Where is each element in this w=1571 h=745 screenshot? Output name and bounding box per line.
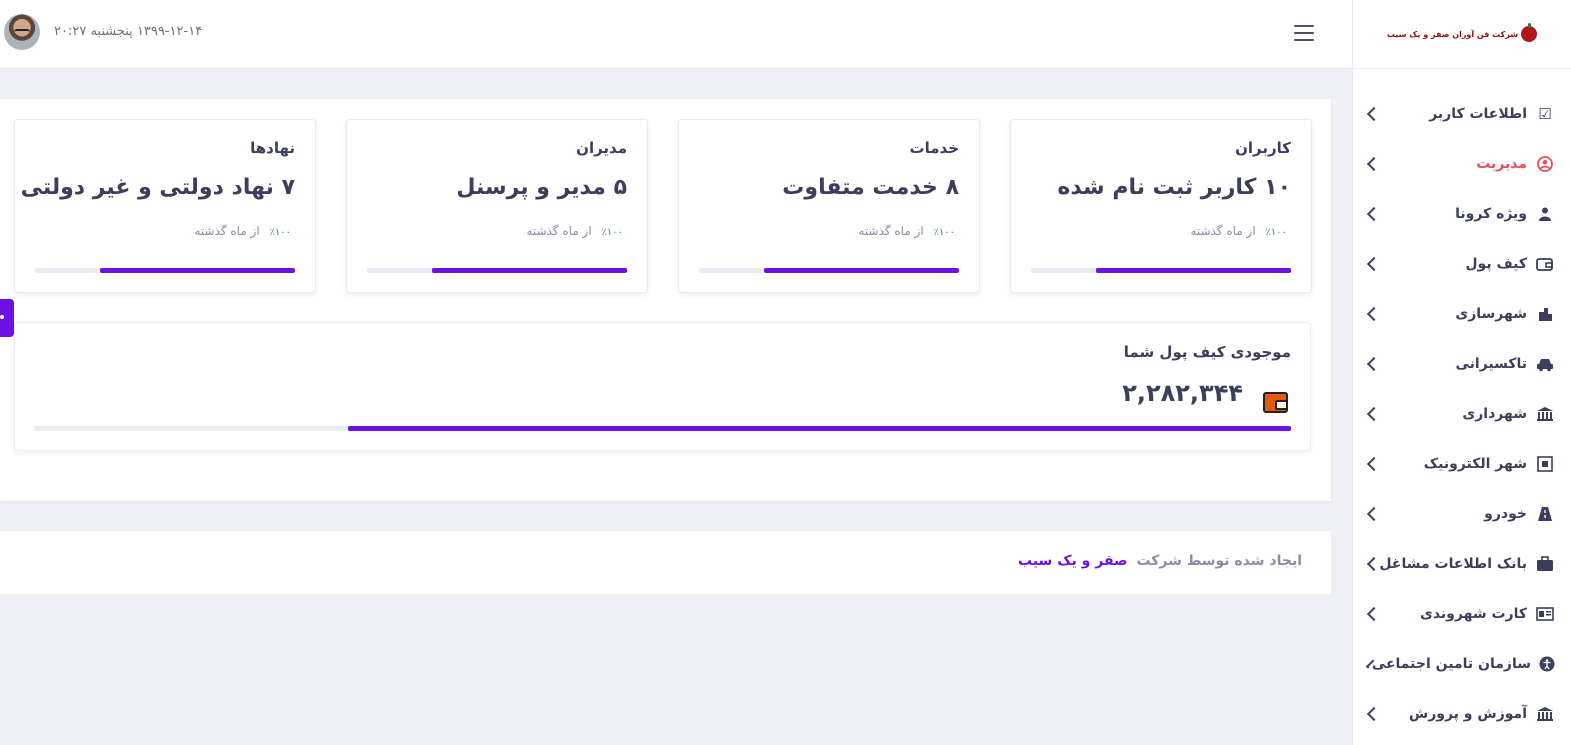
trend-percent: ٪۱۰۰ [601, 227, 623, 238]
user-circle-icon [1535, 154, 1555, 174]
card-title: مدیران [576, 139, 627, 157]
sidebar-item-management[interactable]: مدیریت [1353, 139, 1571, 189]
top-header: ۱۳۹۹-۱۲-۱۴ پنجشنبه ۲۰:۲۷ [0, 0, 1352, 69]
sidebar-item-vehicle[interactable]: خودرو [1353, 489, 1571, 539]
footer-text: ایجاد شده توسط شرکت صفر و یک سیب [1018, 553, 1302, 569]
apple-logo-icon [1521, 23, 1538, 42]
stat-card-managers: مدیران ۵ مدیر و پرسنل ٪۱۰۰ از ماه گذشته [346, 119, 648, 293]
sidebar-item-label: خودرو [1484, 506, 1527, 522]
card-value: ۱۰ کاربر ثبت نام شده [1057, 175, 1291, 200]
card-value: ۷ نهاد دولتی و غیر دولتی [20, 175, 295, 200]
sidebar-item-corona[interactable]: ویژه کرونا [1353, 189, 1571, 239]
sidebar-item-municipality[interactable]: شهرداری [1353, 389, 1571, 439]
people-icon [1535, 204, 1555, 224]
sidebar-item-label: شهر الکترونیک [1423, 456, 1527, 472]
trend-label: از ماه گذشته [858, 224, 924, 238]
wallet-progress-bar [34, 426, 1291, 431]
sidebar-item-label: مدیریت [1476, 156, 1527, 172]
sidebar-nav: ☑ اطلاعات کاربر مدیریت ویژه کرونا کیف پو… [1353, 69, 1571, 739]
progress-fill [432, 268, 627, 273]
dashboard-panel: کاربران ۱۰ کاربر ثبت نام شده ٪۱۰۰ از ماه… [0, 99, 1331, 501]
wallet-icon [1535, 254, 1555, 274]
wallet-value: ۲,۲۸۲,۳۴۴ [1122, 379, 1243, 407]
logo-text: شرکت فن آوران صفر و یک سیب [1386, 29, 1519, 39]
card-title: نهادها [250, 139, 295, 157]
city-icon [1535, 304, 1555, 324]
sidebar-item-label: اطلاعات کاربر [1429, 106, 1527, 122]
card-value: ۸ خدمت متفاوت [782, 175, 959, 200]
company-logo[interactable]: شرکت فن آوران صفر و یک سیب [1386, 23, 1538, 42]
progress-bar [367, 268, 627, 273]
progress-fill [764, 268, 959, 273]
sidebar-item-label: ویژه کرونا [1455, 206, 1527, 222]
user-avatar[interactable] [4, 14, 40, 50]
checkbox-icon: ☑ [1538, 105, 1552, 123]
card-trend: ٪۱۰۰ از ماه گذشته [858, 224, 955, 238]
stat-card-users: کاربران ۱۰ کاربر ثبت نام شده ٪۱۰۰ از ماه… [1010, 119, 1312, 293]
institution-icon [1535, 704, 1555, 724]
stat-card-institutions: نهادها ۷ نهاد دولتی و غیر دولتی ٪۱۰۰ از … [14, 119, 316, 293]
stat-card-services: خدمات ۸ خدمت متفاوت ٪۱۰۰ از ماه گذشته [678, 119, 980, 293]
footer-brand-link[interactable]: صفر و یک سیب [1018, 553, 1128, 569]
menu-toggle-icon[interactable] [1294, 25, 1314, 41]
logo-area: شرکت فن آوران صفر و یک سیب [1353, 0, 1571, 69]
sidebar-item-urban-planning[interactable]: شهرسازی [1353, 289, 1571, 339]
card-title: کاربران [1235, 139, 1291, 157]
progress-fill [100, 268, 295, 273]
card-trend: ٪۱۰۰ از ماه گذشته [526, 224, 623, 238]
sidebar-item-citizen-card[interactable]: کارت شهروندی [1353, 589, 1571, 639]
trend-label: از ماه گذشته [1190, 224, 1256, 238]
sidebar-item-label: آموزش و پرورش [1408, 706, 1527, 722]
progress-bar [1031, 268, 1291, 273]
footer: ایجاد شده توسط شرکت صفر و یک سیب [0, 531, 1331, 594]
card-value: ۵ مدیر و پرسنل [456, 175, 627, 200]
sidebar-item-label: تاکسیرانی [1455, 356, 1527, 372]
settings-side-tab[interactable] [0, 299, 14, 337]
progress-fill [1096, 268, 1291, 273]
trend-percent: ٪۱۰۰ [269, 227, 291, 238]
id-card-icon [1535, 604, 1555, 624]
briefcase-icon [1535, 554, 1555, 574]
wallet-title: موجودی کیف پول شما [1123, 343, 1291, 361]
sidebar-item-e-city[interactable]: شهر الکترونیک [1353, 439, 1571, 489]
accessibility-icon [1539, 654, 1555, 674]
wallet-balance-card: موجودی کیف پول شما ۲,۲۸۲,۳۴۴ [14, 322, 1311, 451]
sidebar-item-label: سازمان تامین اجتماعی [1371, 656, 1531, 672]
trend-label: از ماه گذشته [194, 224, 260, 238]
network-icon [1535, 454, 1555, 474]
sidebar-item-label: شهرداری [1462, 406, 1527, 422]
footer-credit: ایجاد شده توسط شرکت [1136, 553, 1302, 569]
trend-percent: ٪۱۰۰ [1265, 227, 1287, 238]
sidebar: شرکت فن آوران صفر و یک سیب ☑ اطلاعات کار… [1352, 0, 1571, 745]
sidebar-item-social-security[interactable]: سازمان تامین اجتماعی [1353, 639, 1571, 689]
wallet-icon [1263, 392, 1288, 413]
sidebar-item-label: کیف پول [1465, 256, 1527, 272]
header-datetime: ۱۳۹۹-۱۲-۱۴ پنجشنبه ۲۰:۲۷ [54, 24, 203, 39]
sidebar-item-wallet[interactable]: کیف پول [1353, 239, 1571, 289]
building-icon [1535, 404, 1555, 424]
sidebar-item-taxi[interactable]: تاکسیرانی [1353, 339, 1571, 389]
trend-percent: ٪۱۰۰ [933, 227, 955, 238]
road-icon [1535, 504, 1555, 524]
taxi-icon [1535, 354, 1555, 374]
sidebar-item-label: بانک اطلاعات مشاغل [1379, 556, 1527, 572]
card-trend: ٪۱۰۰ از ماه گذشته [1190, 224, 1287, 238]
progress-bar [699, 268, 959, 273]
trend-label: از ماه گذشته [526, 224, 592, 238]
card-trend: ٪۱۰۰ از ماه گذشته [194, 224, 291, 238]
wallet-progress-fill [348, 426, 1291, 431]
sidebar-item-jobs-bank[interactable]: بانک اطلاعات مشاغل [1353, 539, 1571, 589]
card-title: خدمات [909, 139, 959, 157]
sidebar-item-label: شهرسازی [1455, 306, 1527, 322]
sidebar-item-education[interactable]: آموزش و پرورش [1353, 689, 1571, 739]
progress-bar [35, 268, 295, 273]
sidebar-item-user-info[interactable]: ☑ اطلاعات کاربر [1353, 89, 1571, 139]
sidebar-item-label: کارت شهروندی [1420, 606, 1527, 622]
